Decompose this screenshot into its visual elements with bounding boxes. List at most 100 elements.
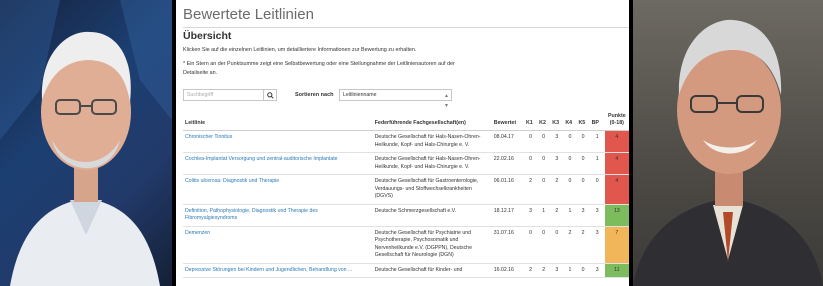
table-row[interactable]: Demenzen Deutsche Gesellschaft für Psychi… bbox=[183, 226, 629, 264]
col-header-k3[interactable]: K3 bbox=[550, 111, 564, 131]
score-k2-cell: 1 bbox=[537, 204, 551, 227]
right-portrait-illustration bbox=[633, 19, 823, 286]
table-row[interactable]: Definition, Pathophysiologie, Diagnostik… bbox=[183, 204, 629, 227]
guideline-title-cell: Demenzen bbox=[183, 226, 373, 264]
guideline-table: Leitlinie Federführende Fachgesellschaft… bbox=[183, 111, 629, 278]
sort-select[interactable]: Leitlinienname ▲ ▼ bbox=[339, 89, 452, 109]
points-cell: 11 bbox=[604, 263, 629, 278]
score-k5-cell: 0 bbox=[576, 152, 590, 175]
guideline-title-cell: Definition, Pathophysiologie, Diagnostik… bbox=[183, 204, 373, 227]
guideline-link[interactable]: Definition, Pathophysiologie, Diagnostik… bbox=[185, 208, 318, 222]
score-bp-cell: 3 bbox=[589, 204, 605, 227]
date-cell: 18.12.17 bbox=[491, 204, 525, 227]
score-k3-cell: 0 bbox=[550, 226, 564, 264]
guideline-title-cell: Cochlea-Implantat Versorgung und zentral… bbox=[183, 152, 373, 175]
points-cell: 13 bbox=[604, 204, 629, 227]
score-k4-cell: 0 bbox=[563, 174, 577, 205]
score-k1-cell: 2 bbox=[524, 174, 538, 205]
score-k2-cell: 0 bbox=[537, 226, 551, 264]
score-k2-cell: 0 bbox=[537, 152, 551, 175]
right-portrait-photo bbox=[633, 0, 823, 286]
score-bp-cell: 3 bbox=[589, 263, 605, 278]
sort-label: Sortieren nach bbox=[295, 92, 334, 98]
guideline-link[interactable]: Cochlea-Implantat Versorgung und zentral… bbox=[185, 156, 338, 162]
score-bp-cell: 3 bbox=[589, 226, 605, 264]
score-k4-cell: 0 bbox=[563, 130, 577, 153]
table-row[interactable]: Chronischer Tinnitus Deutsche Gesellschaf… bbox=[183, 130, 629, 153]
score-k1-cell: 3 bbox=[524, 204, 538, 227]
search-button[interactable] bbox=[263, 89, 277, 101]
points-cell: 4 bbox=[604, 152, 629, 175]
society-cell: Deutsche Gesellschaft für Psychiatrie un… bbox=[372, 226, 492, 264]
chevron-down-icon: ▲ ▼ bbox=[444, 93, 449, 109]
page-title: Bewertete Leitlinien bbox=[183, 6, 314, 23]
society-cell: Deutsche Gesellschaft für Hals-Nasen-Ohr… bbox=[372, 152, 492, 175]
table-header-row: Leitlinie Federführende Fachgesellschaft… bbox=[183, 111, 629, 131]
col-header-k2[interactable]: K2 bbox=[537, 111, 551, 131]
col-header-punkte[interactable]: Punkte (0-18) bbox=[604, 111, 629, 131]
guideline-title-cell: Colitis ulcerosa: Diagnostik und Therapi… bbox=[183, 174, 373, 205]
col-header-leitlinie[interactable]: Leitlinie bbox=[183, 111, 373, 131]
left-portrait-photo bbox=[0, 0, 172, 286]
title-divider bbox=[183, 27, 629, 28]
score-k4-cell: 1 bbox=[563, 204, 577, 227]
guideline-title-cell: Depressive Störungen bei Kindern und Jug… bbox=[183, 263, 373, 278]
score-k3-cell: 3 bbox=[550, 130, 564, 153]
col-header-k1[interactable]: K1 bbox=[524, 111, 538, 131]
col-header-gesellschaft[interactable]: Federführende Fachgesellschaft(en) bbox=[372, 111, 492, 131]
left-portrait-illustration bbox=[0, 0, 172, 286]
col-header-bp[interactable]: BP bbox=[589, 111, 605, 131]
score-k4-cell: 1 bbox=[563, 263, 577, 278]
score-k4-cell: 0 bbox=[563, 152, 577, 175]
table-body: Chronischer Tinnitus Deutsche Gesellschaf… bbox=[183, 130, 629, 278]
sort-selected-value: Leitlinienname bbox=[343, 92, 377, 98]
score-k1-cell: 2 bbox=[524, 263, 538, 278]
score-bp-cell: 0 bbox=[589, 174, 605, 205]
col-header-bewertet[interactable]: Bewertet bbox=[491, 111, 525, 131]
score-k5-cell: 0 bbox=[576, 130, 590, 153]
guideline-link[interactable]: Chronischer Tinnitus bbox=[185, 134, 232, 140]
section-title: Übersicht bbox=[183, 30, 232, 42]
guideline-link[interactable]: Demenzen bbox=[185, 230, 210, 236]
note-text: * Ein Stern an der Punktsumme zeigt eine… bbox=[183, 61, 455, 76]
score-k3-cell: 2 bbox=[550, 204, 564, 227]
society-cell: Deutsche Gesellschaft für Hals-Nasen-Ohr… bbox=[372, 130, 492, 153]
score-k3-cell: 2 bbox=[550, 174, 564, 205]
guideline-link[interactable]: Colitis ulcerosa: Diagnostik und Therapi… bbox=[185, 178, 279, 184]
intro-text: Klicken Sie auf die einzelnen Leitlinien… bbox=[183, 47, 417, 53]
score-k3-cell: 3 bbox=[550, 263, 564, 278]
punkte-label: Punkte bbox=[608, 113, 626, 119]
score-k1-cell: 0 bbox=[524, 130, 538, 153]
table-row[interactable]: Colitis ulcerosa: Diagnostik und Therapi… bbox=[183, 174, 629, 205]
score-k3-cell: 3 bbox=[550, 152, 564, 175]
score-k4-cell: 2 bbox=[563, 226, 577, 264]
col-header-k4[interactable]: K4 bbox=[563, 111, 577, 131]
date-cell: 06.01.16 bbox=[491, 174, 525, 205]
date-cell: 22.02.16 bbox=[491, 152, 525, 175]
score-k5-cell: 0 bbox=[576, 263, 590, 278]
points-cell: 4 bbox=[604, 174, 629, 205]
score-bp-cell: 1 bbox=[589, 152, 605, 175]
score-k2-cell: 0 bbox=[537, 174, 551, 205]
points-cell: 4 bbox=[604, 130, 629, 153]
score-k5-cell: 2 bbox=[576, 226, 590, 264]
points-cell: 7 bbox=[604, 226, 629, 264]
score-k5-cell: 3 bbox=[576, 204, 590, 227]
col-header-k5[interactable]: K5 bbox=[576, 111, 590, 131]
date-cell: 31.07.16 bbox=[491, 226, 525, 264]
table-row[interactable]: Depressive Störungen bei Kindern und Jug… bbox=[183, 263, 629, 278]
table-row[interactable]: Cochlea-Implantat Versorgung und zentral… bbox=[183, 152, 629, 175]
score-k1-cell: 0 bbox=[524, 152, 538, 175]
guideline-page: Bewertete Leitlinien Übersicht Klicken S… bbox=[176, 0, 629, 286]
society-cell: Deutsche Gesellschaft für Kinder- und bbox=[372, 263, 492, 278]
society-cell: Deutsche Gesellschaft für Gastroenterolo… bbox=[372, 174, 492, 205]
punkte-range: (0-18) bbox=[609, 120, 624, 126]
score-k2-cell: 2 bbox=[537, 263, 551, 278]
score-k2-cell: 0 bbox=[537, 130, 551, 153]
date-cell: 08.04.17 bbox=[491, 130, 525, 153]
score-k1-cell: 0 bbox=[524, 226, 538, 264]
score-k5-cell: 0 bbox=[576, 174, 590, 205]
guideline-link[interactable]: Depressive Störungen bei Kindern und Jug… bbox=[185, 267, 352, 273]
search-input[interactable]: Suchbegriff bbox=[183, 89, 263, 101]
score-bp-cell: 1 bbox=[589, 130, 605, 153]
